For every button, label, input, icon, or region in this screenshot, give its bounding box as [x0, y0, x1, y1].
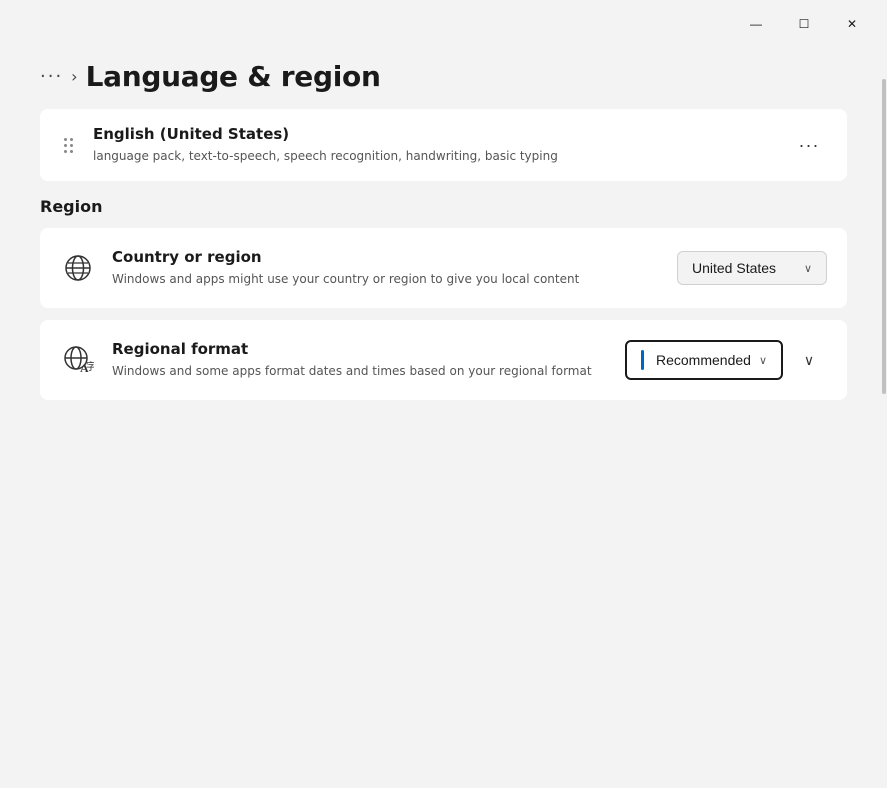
regional-format-expand-button[interactable]: ∨: [791, 342, 827, 378]
scrollbar-track[interactable]: [881, 0, 887, 788]
regional-format-controls: Recommended ∨ ∨: [625, 340, 827, 380]
drag-dot: [70, 150, 73, 153]
minimize-button[interactable]: —: [733, 8, 779, 40]
country-dropdown-chevron-icon: ∨: [804, 262, 812, 275]
region-section-title: Region: [40, 197, 847, 216]
drag-dot: [70, 138, 73, 141]
svg-text:字: 字: [86, 360, 94, 373]
regional-format-value: Recommended: [656, 352, 751, 368]
regional-format-desc: Windows and some apps format dates and t…: [112, 362, 609, 380]
format-dropdown-chevron-icon: ∨: [759, 354, 767, 367]
main-content: ··· › Language & region: [0, 40, 887, 788]
regional-format-label: Regional format: [112, 340, 609, 358]
back-dots[interactable]: ···: [40, 66, 63, 87]
drag-handle[interactable]: [60, 134, 77, 157]
drag-dot: [64, 144, 67, 147]
language-info: English (United States) language pack, t…: [93, 125, 775, 165]
language-name: English (United States): [93, 125, 775, 143]
expand-chevron-icon: ∨: [804, 352, 814, 369]
country-region-dropdown[interactable]: United States ∨: [677, 251, 827, 285]
drag-dot: [70, 144, 73, 147]
country-region-value: United States: [692, 260, 776, 276]
country-region-desc: Windows and apps might use your country …: [112, 270, 661, 288]
window-controls: — ☐ ✕: [733, 8, 875, 40]
globe-icon: [60, 250, 96, 286]
maximize-button[interactable]: ☐: [781, 8, 827, 40]
breadcrumb-chevron-icon: ›: [71, 67, 77, 86]
language-more-button[interactable]: ···: [791, 127, 827, 163]
regional-format-icon: A 字: [60, 342, 96, 378]
drag-dot: [64, 138, 67, 141]
breadcrumb: ··· › Language & region: [40, 60, 847, 93]
settings-window: — ☐ ✕ ··· › Language & region: [0, 0, 887, 788]
country-region-label: Country or region: [112, 248, 661, 266]
country-region-card: Country or region Windows and apps might…: [40, 228, 847, 308]
language-tags: language pack, text-to-speech, speech re…: [93, 147, 775, 165]
scrollbar-thumb: [882, 79, 886, 394]
title-bar: — ☐ ✕: [0, 0, 887, 40]
blue-accent-bar: [641, 350, 644, 370]
regional-format-dropdown[interactable]: Recommended ∨: [625, 340, 783, 380]
country-region-info: Country or region Windows and apps might…: [112, 248, 661, 288]
regional-format-info: Regional format Windows and some apps fo…: [112, 340, 609, 380]
language-card: English (United States) language pack, t…: [40, 109, 847, 181]
drag-dot: [64, 150, 67, 153]
regional-format-card: A 字 Regional format Windows and some app…: [40, 320, 847, 400]
close-button[interactable]: ✕: [829, 8, 875, 40]
page-title: Language & region: [86, 60, 381, 93]
